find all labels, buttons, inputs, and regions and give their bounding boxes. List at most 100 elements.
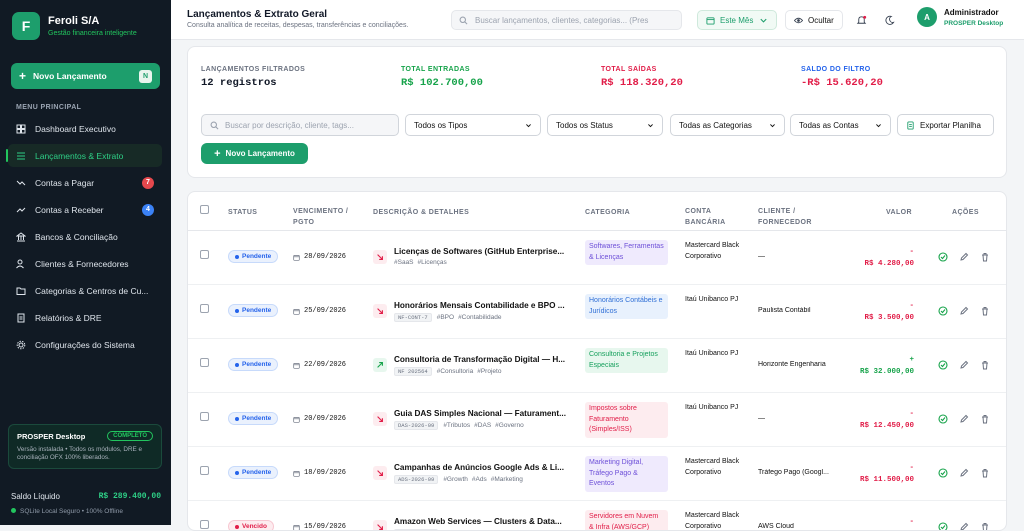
select-all-checkbox[interactable] xyxy=(200,205,209,214)
entry-title: Licenças de Softwares (GitHub Enterprise… xyxy=(394,247,565,256)
sidebar-new-entry-button[interactable]: + Novo Lançamento N xyxy=(11,63,160,89)
trash-icon[interactable] xyxy=(980,414,990,424)
table-row[interactable]: Pendente 20/09/2026 Guia DAS Simples Nacio… xyxy=(188,393,1006,447)
edit-icon[interactable] xyxy=(959,522,969,531)
status-badge: Pendente xyxy=(228,412,279,425)
notifications-button[interactable] xyxy=(852,11,870,29)
new-entry-button[interactable]: + Novo Lançamento xyxy=(201,143,308,164)
check-circle-icon[interactable] xyxy=(938,522,948,531)
status-filter-select[interactable]: Todos os Status xyxy=(547,114,663,136)
sidebar-item-label: Dashboard Executivo xyxy=(35,123,116,134)
stat-value: -R$ 15.620,20 xyxy=(801,77,883,89)
document-code: DAS-2026-09 xyxy=(394,421,439,430)
new-entry-label: Novo Lançamento xyxy=(225,149,295,158)
filter-search-input[interactable]: Buscar por descrição, cliente, tags... xyxy=(201,114,399,136)
account-filter-value: Todas as Contas xyxy=(799,120,859,130)
type-filter-select[interactable]: Todos os Tipos xyxy=(405,114,541,136)
trash-icon[interactable] xyxy=(980,306,990,316)
row-checkbox[interactable] xyxy=(200,304,209,313)
storage-status-label: SQLite Local Seguro • 100% Offline xyxy=(20,508,123,515)
sidebar-item-0[interactable]: Dashboard Executivo xyxy=(8,117,162,140)
export-button[interactable]: Exportar Planilha xyxy=(897,114,994,136)
sidebar-item-3[interactable]: Contas a Receber 4 xyxy=(8,198,162,221)
sidebar-item-2[interactable]: Contas a Pagar 7 xyxy=(8,171,162,194)
check-circle-icon[interactable] xyxy=(938,252,948,262)
edit-icon[interactable] xyxy=(959,252,969,262)
due-date: 28/09/2026 xyxy=(293,253,346,261)
report-icon xyxy=(16,313,26,323)
entry-description[interactable]: Consultoria de Transformação Digital — H… xyxy=(394,355,566,376)
category-filter-select[interactable]: Todas as Categorias xyxy=(670,114,785,136)
summary-panel: LANÇAMENTOS FILTRADOS 12 registros TOTAL E… xyxy=(187,46,1007,178)
sidebar-item-8[interactable]: Configurações do Sistema xyxy=(8,333,162,356)
entries-table: STATUS VENCIMENTO / PGTO DESCRIÇÃO & DET… xyxy=(187,191,1007,531)
trash-icon[interactable] xyxy=(980,360,990,370)
table-row[interactable]: Pendente 25/09/2026 Honorários Mensais Con… xyxy=(188,285,1006,339)
row-checkbox[interactable] xyxy=(200,250,209,259)
net-balance: Saldo Líquido R$ 289.400,00 xyxy=(11,492,161,501)
sidebar-item-6[interactable]: Categorias & Centros de Cu... xyxy=(8,279,162,302)
row-actions xyxy=(938,252,1001,262)
due-date: 20/09/2026 xyxy=(293,415,346,423)
category-chip: Servidores em Nuvem & Infra (AWS/GCP) xyxy=(585,510,668,530)
dashboard-icon xyxy=(16,124,26,134)
header-description: DESCRIÇÃO & DETALHES xyxy=(373,209,470,216)
sidebar-item-1[interactable]: Lançamentos & Extrato xyxy=(6,144,162,167)
value-sign: - xyxy=(909,464,914,472)
entry-description[interactable]: Campanhas de Anúncios Google Ads & Li...… xyxy=(394,463,566,484)
tag: #Growth xyxy=(443,476,468,483)
entry-description[interactable]: Licenças de Softwares (GitHub Enterprise… xyxy=(394,247,566,266)
check-circle-icon[interactable] xyxy=(938,414,948,424)
row-checkbox[interactable] xyxy=(200,466,209,475)
filter-search-placeholder: Buscar por descrição, cliente, tags... xyxy=(225,120,354,130)
table-row[interactable]: Pendente 28/09/2026 Licenças de Softwares … xyxy=(188,231,1006,285)
check-circle-icon[interactable] xyxy=(938,360,948,370)
calendar-icon xyxy=(293,308,300,315)
value-amount: R$ 12.450,00 xyxy=(859,422,914,430)
tag: #Ads xyxy=(471,476,487,483)
users-icon xyxy=(16,259,26,269)
entry-value: - R$ 11.500,00 xyxy=(860,462,914,486)
account-filter-select[interactable]: Todas as Contas xyxy=(790,114,891,136)
moon-icon xyxy=(884,15,895,25)
user-menu[interactable]: A Administrador PROSPER Desktop xyxy=(917,7,1003,27)
trash-icon[interactable] xyxy=(980,252,990,262)
sidebar-item-label: Lançamentos & Extrato xyxy=(35,150,124,161)
status-badge: Pendente xyxy=(228,250,279,263)
spreadsheet-icon xyxy=(907,120,914,130)
entry-description[interactable]: Amazon Web Services — Clusters & Data...… xyxy=(394,517,566,530)
arrow-down-right-icon xyxy=(373,250,387,264)
stat-label: TOTAL ENTRADAS xyxy=(401,66,470,73)
table-row[interactable]: Pendente 22/09/2026 Consultoria de Transfo… xyxy=(188,339,1006,393)
table-row[interactable]: Vencido 15/09/2026 Amazon Web Services — C… xyxy=(188,501,1006,531)
row-actions xyxy=(938,414,1001,424)
entry-title: Consultoria de Transformação Digital — H… xyxy=(394,355,566,364)
value-sign: - xyxy=(909,248,914,256)
entry-value: - R$ 12.450,00 xyxy=(860,408,914,432)
row-checkbox[interactable] xyxy=(200,358,209,367)
due-date-value: 28/09/2026 xyxy=(304,253,347,261)
check-circle-icon[interactable] xyxy=(938,306,948,316)
edit-icon[interactable] xyxy=(959,306,969,316)
trash-icon[interactable] xyxy=(980,522,990,531)
entry-description[interactable]: Honorários Mensais Contabilidade e BPO .… xyxy=(394,301,566,322)
entry-description[interactable]: Guia DAS Simples Nacional — Faturament..… xyxy=(394,409,566,430)
stat-value: R$ 118.320,20 xyxy=(601,77,683,89)
edit-icon[interactable] xyxy=(959,360,969,370)
check-circle-icon[interactable] xyxy=(938,468,948,478)
theme-toggle-button[interactable] xyxy=(880,11,898,29)
status-filter-value: Todos os Status xyxy=(556,120,613,130)
row-checkbox[interactable] xyxy=(200,412,209,421)
sidebar-item-5[interactable]: Clientes & Fornecedores xyxy=(8,252,162,275)
edit-icon[interactable] xyxy=(959,414,969,424)
sidebar-item-7[interactable]: Relatórios & DRE xyxy=(8,306,162,329)
global-search-input[interactable]: Buscar lançamentos, clientes, categorias… xyxy=(451,10,682,30)
trash-icon[interactable] xyxy=(980,468,990,478)
sidebar-item-4[interactable]: Bancos & Conciliação xyxy=(8,225,162,248)
edit-icon[interactable] xyxy=(959,468,969,478)
entry-value: - R$ 4.280,00 xyxy=(864,246,914,270)
prosper-chip: COMPLETO xyxy=(107,431,153,441)
period-button[interactable]: Este Mês xyxy=(697,10,778,30)
table-row[interactable]: Pendente 18/09/2026 Campanhas de Anúncios … xyxy=(188,447,1006,501)
hide-values-button[interactable]: Ocultar xyxy=(785,10,843,30)
